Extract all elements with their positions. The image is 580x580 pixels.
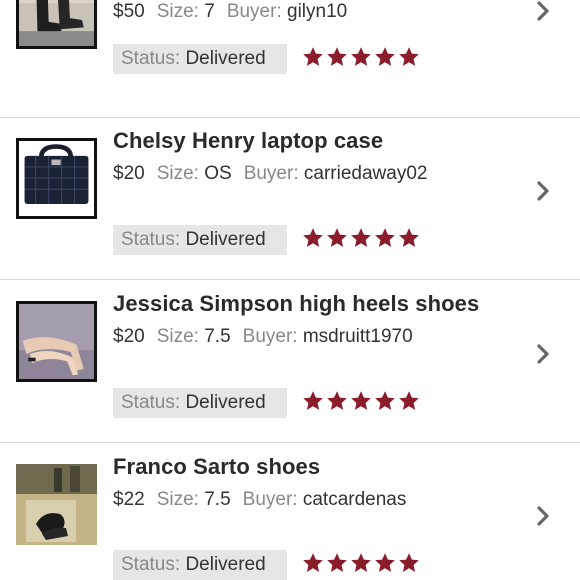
chevron-right-icon[interactable] (530, 0, 556, 24)
item-size: 7.5 (204, 489, 231, 510)
star-icon (303, 391, 323, 410)
star-icon (399, 553, 419, 572)
star-icon (303, 47, 323, 66)
status-badge: Status: Delivered (113, 388, 287, 418)
status-value: Delivered (185, 48, 266, 69)
size-label: Size: (156, 1, 199, 22)
star-icon (375, 391, 395, 410)
status-value: Delivered (185, 392, 266, 413)
status-value: Delivered (185, 554, 266, 575)
star-icon (303, 228, 323, 247)
item-meta: $50 Size: 7 Buyer: gilyn10 (113, 1, 347, 23)
status-label: Status: (121, 229, 181, 250)
star-icon (399, 47, 419, 66)
rating-stars (301, 226, 421, 250)
buyer-label: Buyer: (242, 326, 298, 347)
star-icon (327, 391, 347, 410)
chevron-right-icon[interactable] (530, 178, 556, 204)
star-icon (351, 553, 371, 572)
item-buyer: gilyn10 (287, 1, 348, 22)
size-label: Size: (156, 326, 199, 347)
status-label: Status: (121, 392, 181, 413)
item-price: $20 (113, 163, 145, 184)
chevron-right-icon[interactable] (530, 503, 556, 529)
status-badge: Status: Delivered (113, 225, 287, 255)
laptop-case-photo (16, 138, 97, 219)
item-size: 7.5 (204, 326, 231, 347)
item-meta: $22 Size: 7.5 Buyer: catcardenas (113, 489, 406, 511)
rating-stars (301, 551, 421, 575)
buyer-label: Buyer: (226, 1, 282, 22)
star-icon (399, 228, 419, 247)
star-icon (327, 553, 347, 572)
star-icon (375, 553, 395, 572)
rating-stars (301, 45, 421, 69)
status-label: Status: (121, 48, 181, 69)
order-row[interactable]: $50 Size: 7 Buyer: gilyn10 Status: Deliver… (0, 0, 580, 118)
star-icon (375, 47, 395, 66)
item-price: $20 (113, 326, 145, 347)
item-price: $50 (113, 1, 145, 22)
item-buyer: carriedaway02 (303, 163, 428, 184)
item-size: 7 (204, 1, 215, 22)
size-label: Size: (156, 163, 199, 184)
order-row[interactable]: Franco Sarto shoes $22 Size: 7.5 Buyer: ca… (0, 444, 580, 580)
boots-photo (16, 0, 97, 49)
star-icon (327, 47, 347, 66)
item-buyer: catcardenas (302, 489, 407, 510)
status-value: Delivered (185, 229, 266, 250)
size-label: Size: (156, 489, 199, 510)
rating-stars (301, 389, 421, 413)
order-row[interactable]: Chelsy Henry laptop case $20 Size: OS Buye… (0, 118, 580, 280)
item-buyer: msdruitt1970 (302, 326, 413, 347)
item-price: $22 (113, 489, 145, 510)
status-badge: Status: Delivered (113, 44, 287, 74)
status-label: Status: (121, 554, 181, 575)
chevron-right-icon[interactable] (530, 341, 556, 367)
order-row[interactable]: Jessica Simpson high heels shoes $20 Size… (0, 281, 580, 443)
item-title: Jessica Simpson high heels shoes (113, 291, 480, 316)
star-icon (351, 228, 371, 247)
star-icon (303, 553, 323, 572)
shoes-photo (16, 464, 97, 545)
star-icon (327, 228, 347, 247)
buyer-label: Buyer: (243, 163, 299, 184)
item-title: Franco Sarto shoes (113, 454, 321, 479)
item-meta: $20 Size: OS Buyer: carriedaway02 (113, 163, 427, 185)
status-badge: Status: Delivered (113, 550, 287, 580)
sold-orders-list: $50 Size: 7 Buyer: gilyn10 Status: Deliver… (0, 0, 580, 580)
item-meta: $20 Size: 7.5 Buyer: msdruitt1970 (113, 326, 413, 348)
star-icon (351, 47, 371, 66)
item-title: Chelsy Henry laptop case (113, 128, 384, 153)
buyer-label: Buyer: (242, 489, 298, 510)
star-icon (351, 391, 371, 410)
item-size: OS (204, 163, 232, 184)
star-icon (375, 228, 395, 247)
star-icon (399, 391, 419, 410)
high-heels-photo (16, 301, 97, 382)
